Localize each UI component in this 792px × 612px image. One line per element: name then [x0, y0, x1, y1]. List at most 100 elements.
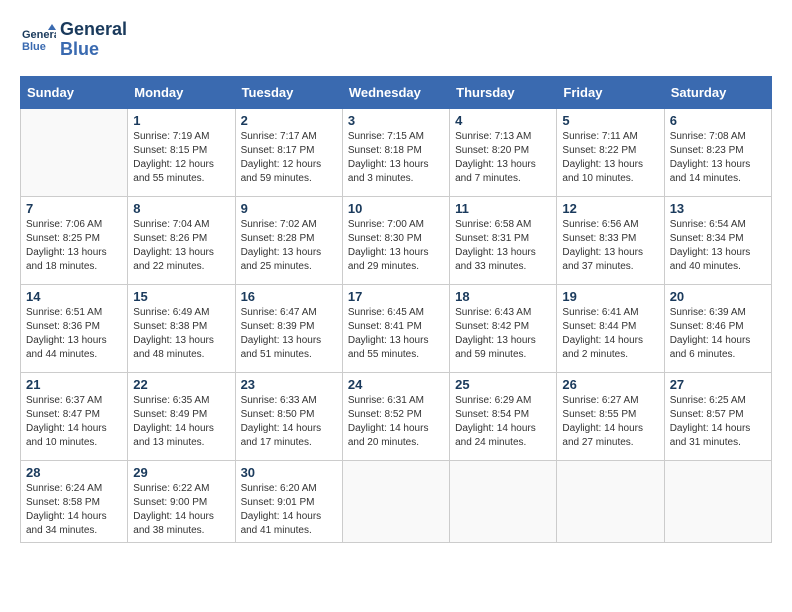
calendar-cell: 3 Sunrise: 7:15 AM Sunset: 8:18 PM Daylig… — [342, 108, 449, 196]
day-number: 2 — [241, 113, 337, 128]
calendar-cell: 9Sunrise: 7:02 AM Sunset: 8:28 PM Daylig… — [235, 196, 342, 284]
day-info: Sunrise: 7:19 AM Sunset: 8:15 PM Dayligh… — [133, 130, 229, 186]
calendar-cell — [557, 460, 664, 542]
calendar-cell: 10Sunrise: 7:00 AM Sunset: 8:30 PM Dayli… — [342, 196, 449, 284]
day-number: 29 — [133, 465, 229, 480]
day-number: 13 — [670, 201, 766, 216]
day-number: 5 — [562, 113, 658, 128]
weekday-header-row: SundayMondayTuesdayWednesdayThursdayFrid… — [21, 76, 772, 108]
weekday-header-tuesday: Tuesday — [235, 76, 342, 108]
day-number: 1 — [133, 113, 229, 128]
day-info: Sunrise: 6:24 AM Sunset: 8:58 PM Dayligh… — [26, 482, 122, 538]
day-number: 20 — [670, 289, 766, 304]
day-info: Sunrise: 6:58 AM Sunset: 8:31 PM Dayligh… — [455, 218, 551, 274]
day-number: 11 — [455, 201, 551, 216]
calendar-cell: 8 Sunrise: 7:04 AM Sunset: 8:26 PM Daylig… — [128, 196, 235, 284]
day-info: Sunrise: 6:31 AM Sunset: 8:52 PM Dayligh… — [348, 394, 444, 450]
day-number: 27 — [670, 377, 766, 392]
day-number: 30 — [241, 465, 337, 480]
calendar-cell — [342, 460, 449, 542]
day-info: Sunrise: 6:56 AM Sunset: 8:33 PM Dayligh… — [562, 218, 658, 274]
calendar-cell: 30 Sunrise: 6:20 AM Sunset: 9:01 PM Dayli… — [235, 460, 342, 542]
calendar-cell — [450, 460, 557, 542]
calendar-cell: 25Sunrise: 6:29 AM Sunset: 8:54 PM Dayli… — [450, 372, 557, 460]
day-info: Sunrise: 6:51 AM Sunset: 8:36 PM Dayligh… — [26, 306, 122, 362]
day-info: Sunrise: 6:45 AM Sunset: 8:41 PM Dayligh… — [348, 306, 444, 362]
day-number: 7 — [26, 201, 122, 216]
day-number: 28 — [26, 465, 122, 480]
day-number: 3 — [348, 113, 444, 128]
calendar-cell: 7 Sunrise: 7:06 AM Sunset: 8:25 PM Daylig… — [21, 196, 128, 284]
svg-text:General: General — [22, 29, 56, 41]
weekday-header-sunday: Sunday — [21, 76, 128, 108]
logo-icon: General Blue — [20, 22, 56, 58]
day-info: Sunrise: 7:04 AM Sunset: 8:26 PM Dayligh… — [133, 218, 229, 274]
calendar-cell: 22Sunrise: 6:35 AM Sunset: 8:49 PM Dayli… — [128, 372, 235, 460]
day-info: Sunrise: 7:00 AM Sunset: 8:30 PM Dayligh… — [348, 218, 444, 274]
day-number: 16 — [241, 289, 337, 304]
day-number: 8 — [133, 201, 229, 216]
weekday-header-saturday: Saturday — [664, 76, 771, 108]
day-info: Sunrise: 7:08 AM Sunset: 8:23 PM Dayligh… — [670, 130, 766, 186]
day-number: 17 — [348, 289, 444, 304]
calendar-cell: 4Sunrise: 7:13 AM Sunset: 8:20 PM Daylig… — [450, 108, 557, 196]
day-info: Sunrise: 6:39 AM Sunset: 8:46 PM Dayligh… — [670, 306, 766, 362]
calendar-cell: 20 Sunrise: 6:39 AM Sunset: 8:46 PM Dayli… — [664, 284, 771, 372]
week-row-3: 21 Sunrise: 6:37 AM Sunset: 8:47 PM Dayli… — [21, 372, 772, 460]
calendar-cell: 12 Sunrise: 6:56 AM Sunset: 8:33 PM Dayli… — [557, 196, 664, 284]
day-info: Sunrise: 6:20 AM Sunset: 9:01 PM Dayligh… — [241, 482, 337, 538]
logo: General Blue General Blue — [20, 20, 127, 60]
calendar-cell: 23 Sunrise: 6:33 AM Sunset: 8:50 PM Dayli… — [235, 372, 342, 460]
logo-text: General Blue — [60, 20, 127, 60]
day-info: Sunrise: 6:41 AM Sunset: 8:44 PM Dayligh… — [562, 306, 658, 362]
day-number: 19 — [562, 289, 658, 304]
day-info: Sunrise: 6:33 AM Sunset: 8:50 PM Dayligh… — [241, 394, 337, 450]
week-row-1: 7 Sunrise: 7:06 AM Sunset: 8:25 PM Daylig… — [21, 196, 772, 284]
day-info: Sunrise: 6:43 AM Sunset: 8:42 PM Dayligh… — [455, 306, 551, 362]
calendar-cell: 18 Sunrise: 6:43 AM Sunset: 8:42 PM Dayli… — [450, 284, 557, 372]
day-number: 22 — [133, 377, 229, 392]
day-info: Sunrise: 7:11 AM Sunset: 8:22 PM Dayligh… — [562, 130, 658, 186]
day-info: Sunrise: 6:49 AM Sunset: 8:38 PM Dayligh… — [133, 306, 229, 362]
day-info: Sunrise: 6:22 AM Sunset: 9:00 PM Dayligh… — [133, 482, 229, 538]
calendar-cell: 14 Sunrise: 6:51 AM Sunset: 8:36 PM Dayli… — [21, 284, 128, 372]
svg-text:Blue: Blue — [22, 41, 46, 53]
calendar-table: SundayMondayTuesdayWednesdayThursdayFrid… — [20, 76, 772, 543]
calendar-cell: 6Sunrise: 7:08 AM Sunset: 8:23 PM Daylig… — [664, 108, 771, 196]
day-info: Sunrise: 6:54 AM Sunset: 8:34 PM Dayligh… — [670, 218, 766, 274]
day-info: Sunrise: 6:25 AM Sunset: 8:57 PM Dayligh… — [670, 394, 766, 450]
weekday-header-monday: Monday — [128, 76, 235, 108]
day-info: Sunrise: 7:17 AM Sunset: 8:17 PM Dayligh… — [241, 130, 337, 186]
day-number: 14 — [26, 289, 122, 304]
calendar-cell — [664, 460, 771, 542]
calendar-cell: 5 Sunrise: 7:11 AM Sunset: 8:22 PM Daylig… — [557, 108, 664, 196]
calendar-cell: 26 Sunrise: 6:27 AM Sunset: 8:55 PM Dayli… — [557, 372, 664, 460]
day-number: 21 — [26, 377, 122, 392]
day-number: 15 — [133, 289, 229, 304]
day-number: 25 — [455, 377, 551, 392]
weekday-header-wednesday: Wednesday — [342, 76, 449, 108]
day-info: Sunrise: 7:02 AM Sunset: 8:28 PM Dayligh… — [241, 218, 337, 274]
day-number: 12 — [562, 201, 658, 216]
day-info: Sunrise: 7:15 AM Sunset: 8:18 PM Dayligh… — [348, 130, 444, 186]
weekday-header-friday: Friday — [557, 76, 664, 108]
calendar-cell: 11 Sunrise: 6:58 AM Sunset: 8:31 PM Dayli… — [450, 196, 557, 284]
day-info: Sunrise: 6:37 AM Sunset: 8:47 PM Dayligh… — [26, 394, 122, 450]
day-number: 26 — [562, 377, 658, 392]
calendar-cell: 21 Sunrise: 6:37 AM Sunset: 8:47 PM Dayli… — [21, 372, 128, 460]
calendar-cell: 16 Sunrise: 6:47 AM Sunset: 8:39 PM Dayli… — [235, 284, 342, 372]
calendar-cell: 17 Sunrise: 6:45 AM Sunset: 8:41 PM Dayli… — [342, 284, 449, 372]
day-info: Sunrise: 7:06 AM Sunset: 8:25 PM Dayligh… — [26, 218, 122, 274]
header: General Blue General Blue — [20, 20, 772, 60]
calendar-cell: 2 Sunrise: 7:17 AM Sunset: 8:17 PM Daylig… — [235, 108, 342, 196]
day-info: Sunrise: 6:47 AM Sunset: 8:39 PM Dayligh… — [241, 306, 337, 362]
weekday-header-thursday: Thursday — [450, 76, 557, 108]
day-info: Sunrise: 6:27 AM Sunset: 8:55 PM Dayligh… — [562, 394, 658, 450]
day-number: 4 — [455, 113, 551, 128]
calendar-cell: 27 Sunrise: 6:25 AM Sunset: 8:57 PM Dayli… — [664, 372, 771, 460]
day-number: 23 — [241, 377, 337, 392]
day-number: 18 — [455, 289, 551, 304]
calendar-cell: 29 Sunrise: 6:22 AM Sunset: 9:00 PM Dayli… — [128, 460, 235, 542]
calendar-cell — [21, 108, 128, 196]
calendar-cell: 28 Sunrise: 6:24 AM Sunset: 8:58 PM Dayli… — [21, 460, 128, 542]
